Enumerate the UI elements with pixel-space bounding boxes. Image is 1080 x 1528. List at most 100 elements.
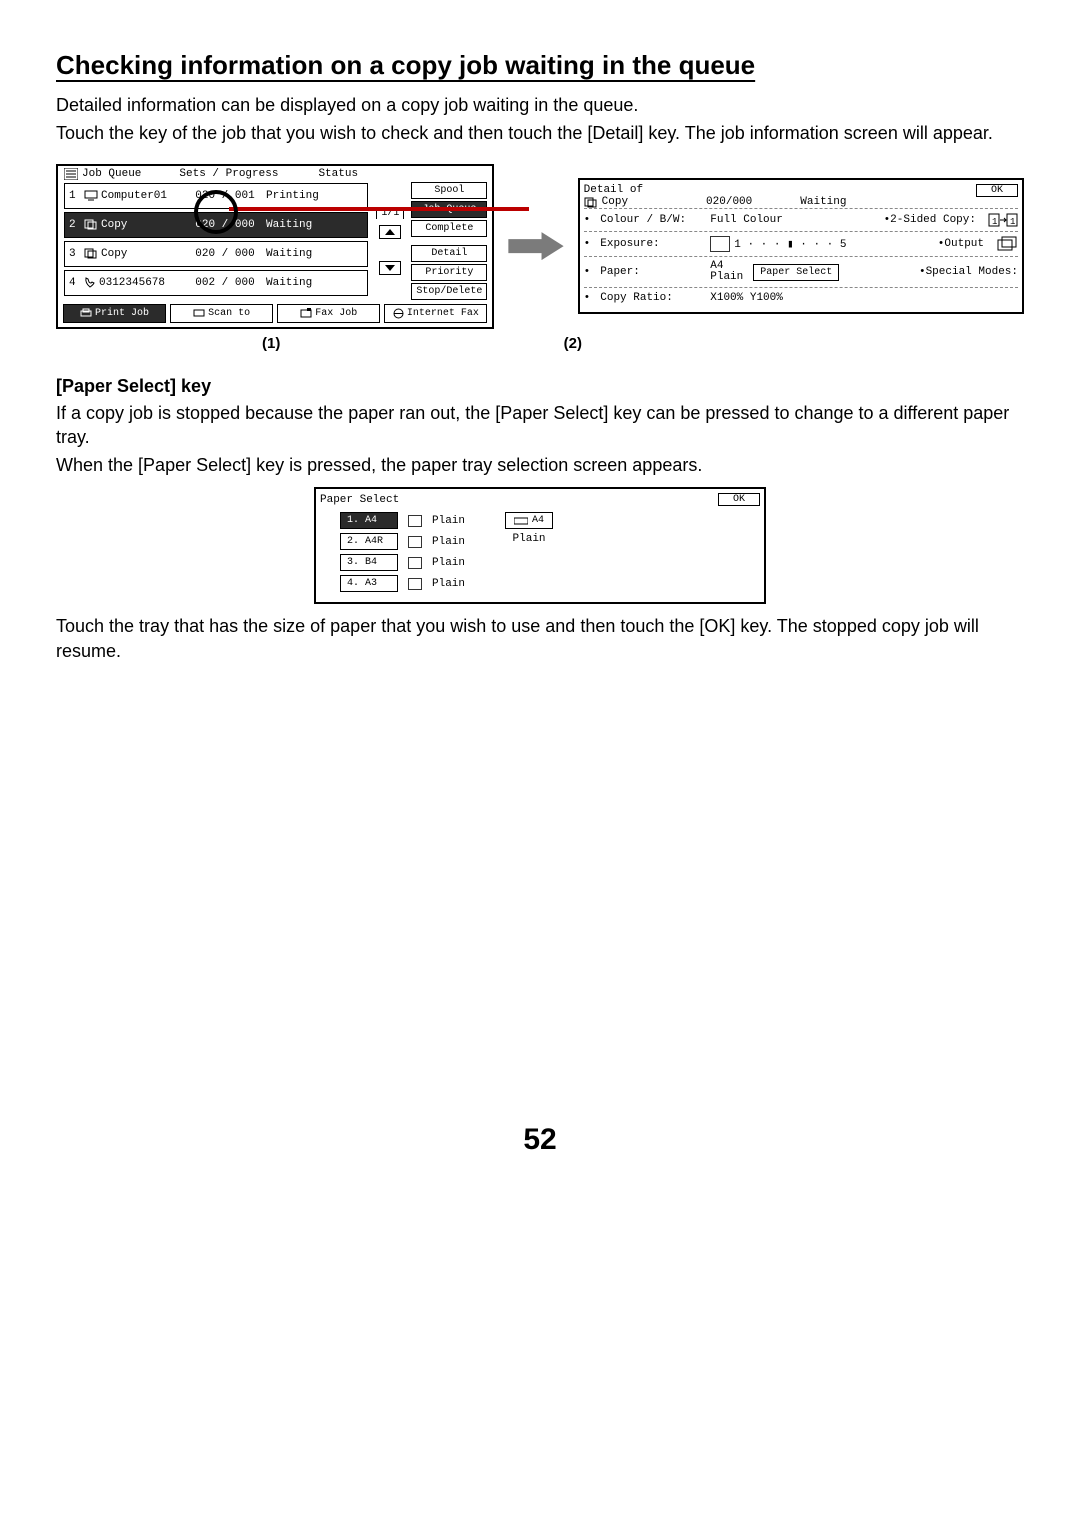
ps-title: Paper Select [320, 494, 399, 506]
exposure-icon [710, 236, 730, 252]
spool-button[interactable]: Spool [411, 182, 487, 199]
detail-count: 020/000 [706, 196, 752, 208]
list-icon [64, 168, 78, 180]
row-status: Printing [266, 190, 326, 202]
tray-icon [408, 557, 422, 569]
paper-select-button[interactable]: Paper Select [753, 264, 839, 281]
row-status: Waiting [266, 277, 326, 289]
copy-icon [584, 197, 598, 208]
job-row-2[interactable]: 2 Copy 020 / 000 Waiting [64, 212, 368, 238]
row-status: Waiting [266, 219, 326, 231]
tab-fax-job[interactable]: Fax Job [277, 304, 380, 323]
row-status: Waiting [266, 248, 326, 260]
fax-icon [300, 308, 312, 318]
detail-panel: Detail of Copy 020/000 Waiting OK •Colou… [578, 178, 1024, 314]
closing-para: Touch the tray that has the size of pape… [56, 614, 1024, 663]
paper-select-panel: Paper Select OK 1. A4 Plain 2. A4R Plain… [314, 487, 766, 604]
tray-type: Plain [432, 536, 465, 548]
row-sets: 020 / 000 [189, 219, 261, 231]
tray-row-3[interactable]: 3. B4 Plain [340, 554, 465, 571]
row-num: 3 [69, 248, 79, 260]
tray-icon [408, 578, 422, 590]
exposure-label: Exposure: [600, 238, 700, 250]
intro-line-1: Detailed information can be displayed on… [56, 93, 1024, 117]
tray-icon [408, 536, 422, 548]
globe-icon [393, 308, 404, 319]
callout-1: (1) [262, 335, 280, 352]
exposure-scale: 1 · · · ▮ · · · 5 [734, 237, 846, 251]
col-status: Status [318, 168, 358, 180]
twosided-label: 2-Sided Copy: [890, 214, 976, 226]
tray-button[interactable]: 2. A4R [340, 533, 398, 550]
page-number: 52 [56, 1123, 1024, 1157]
row-name: Copy [101, 248, 127, 260]
arrow-right-icon [508, 232, 563, 260]
copy-icon [84, 248, 98, 259]
tab-print-job[interactable]: Print Job [63, 304, 166, 323]
callout-2: (2) [564, 335, 582, 352]
page-title: Checking information on a copy job waiti… [56, 50, 1024, 81]
output-icon [996, 236, 1018, 252]
bypass-icon [514, 516, 528, 526]
job-queue-panel: Job Queue Sets / Progress Status 1 Compu… [56, 164, 494, 329]
row-name: 0312345678 [99, 277, 165, 289]
detail-job-name: Copy [602, 196, 628, 208]
tray-button[interactable]: 1. A4 [340, 512, 398, 529]
pc-icon [84, 190, 98, 201]
tray-row-2[interactable]: 2. A4R Plain [340, 533, 465, 550]
duplex-icon: 11 [988, 213, 1018, 227]
scroll-up-button[interactable] [379, 225, 401, 239]
tab-label: Scan to [208, 308, 250, 319]
tray-type: Plain [432, 578, 465, 590]
col-sets: Sets / Progress [179, 168, 278, 180]
complete-button[interactable]: Complete [411, 220, 487, 237]
job-row-4[interactable]: 4 0312345678 002 / 000 Waiting [64, 270, 368, 296]
detail-title: Detail of [584, 184, 847, 196]
priority-button[interactable]: Priority [411, 264, 487, 281]
tab-label: Internet Fax [407, 308, 479, 319]
bypass-size: A4 [532, 515, 544, 526]
job-queue-title: Job Queue [82, 168, 141, 180]
ps-para-2: When the [Paper Select] key is pressed, … [56, 453, 1024, 477]
stop-delete-button[interactable]: Stop/Delete [411, 283, 487, 300]
tray-type: Plain [432, 557, 465, 569]
tray-button[interactable]: 4. A3 [340, 575, 398, 592]
scanner-icon [193, 308, 205, 318]
paper-select-heading: [Paper Select] key [56, 376, 1024, 397]
paper-label: Paper: [600, 266, 700, 278]
tray-row-4[interactable]: 4. A3 Plain [340, 575, 465, 592]
row-sets: 002 / 000 [189, 277, 261, 289]
svg-text:1: 1 [1010, 217, 1015, 227]
scroll-down-button[interactable] [379, 261, 401, 275]
colour-value: Full Colour [710, 214, 783, 226]
colour-label: Colour / B/W: [600, 214, 700, 226]
tray-row-1[interactable]: 1. A4 Plain [340, 512, 465, 529]
bypass-type: Plain [513, 533, 546, 545]
ratio-label: Copy Ratio: [600, 292, 700, 304]
row-name: Computer01 [101, 190, 167, 202]
tab-label: Fax Job [315, 308, 357, 319]
intro-line-2: Touch the key of the job that you wish t… [56, 121, 1024, 145]
printer-icon [80, 308, 92, 318]
tab-scan-to[interactable]: Scan to [170, 304, 273, 323]
copy-icon [84, 219, 98, 230]
paper-type: Plain [710, 272, 743, 283]
tab-label: Print Job [95, 308, 149, 319]
detail-button[interactable]: Detail [411, 245, 487, 262]
detail-ok-button[interactable]: OK [976, 184, 1018, 197]
row-num: 4 [69, 277, 79, 289]
tray-button[interactable]: 3. B4 [340, 554, 398, 571]
tab-internet-fax[interactable]: Internet Fax [384, 304, 487, 323]
ratio-value: X100% Y100% [710, 292, 783, 304]
output-label: Output [944, 238, 984, 250]
row-sets: 020 / 000 [189, 248, 261, 260]
job-row-3[interactable]: 3 Copy 020 / 000 Waiting [64, 241, 368, 267]
ps-ok-button[interactable]: OK [718, 493, 760, 506]
bypass-tray-button[interactable]: A4 [505, 512, 553, 529]
row-num: 2 [69, 219, 79, 231]
callout-line [229, 207, 529, 211]
row-num: 1 [69, 190, 79, 202]
special-modes-label: Special Modes: [926, 266, 1018, 278]
tray-type: Plain [432, 515, 465, 527]
svg-text:1: 1 [992, 217, 997, 227]
